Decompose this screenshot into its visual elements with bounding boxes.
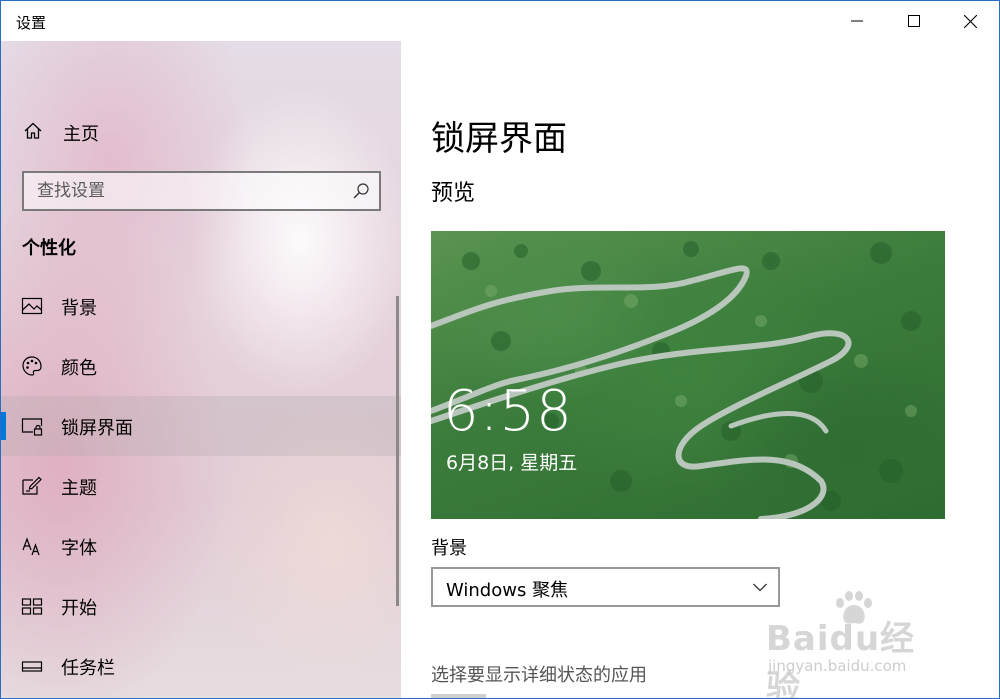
sidebar-item-label: 背景 — [61, 298, 97, 319]
search-icon[interactable] — [352, 182, 370, 200]
sidebar-item-label: 主题 — [61, 478, 97, 499]
sidebar-item-label: 主页 — [63, 124, 99, 145]
sidebar-scrollbar[interactable] — [396, 296, 399, 606]
palette-icon — [22, 356, 42, 376]
detail-status-app-button[interactable] — [431, 694, 486, 698]
font-icon — [22, 537, 40, 556]
sidebar: 主页 个性化 背景 颜色 — [1, 41, 401, 698]
sidebar-item-label: 任务栏 — [61, 658, 115, 679]
sidebar-item-fonts[interactable]: 字体 — [1, 516, 401, 576]
baidu-watermark: Baidu经验 jingyan.baidu.com — [766, 591, 946, 698]
lock-screen-preview: 6:58 6月8日, 星期五 — [431, 231, 945, 519]
sidebar-item-colors[interactable]: 颜色 — [1, 336, 401, 396]
search-box[interactable] — [22, 171, 381, 211]
search-input[interactable] — [24, 173, 344, 209]
start-grid-icon — [21, 598, 43, 615]
sidebar-item-label: 字体 — [61, 538, 97, 559]
home-icon — [24, 122, 42, 139]
minimize-icon — [850, 20, 863, 22]
picture-icon — [21, 297, 43, 315]
preview-title: 预览 — [431, 181, 476, 206]
sidebar-item-taskbar[interactable]: 任务栏 — [1, 636, 401, 696]
sidebar-item-background[interactable]: 背景 — [1, 276, 401, 336]
section-title: 个性化 — [22, 238, 76, 259]
watermark-brand: Baidu经验 — [766, 619, 916, 699]
preview-clock: 6:58 — [443, 379, 573, 444]
preview-date: 6月8日, 星期五 — [446, 452, 578, 474]
preview-road-image — [431, 241, 921, 519]
close-icon — [964, 14, 977, 28]
maximize-icon — [907, 15, 920, 27]
title-bar[interactable]: 设置 — [1, 1, 999, 41]
page-title: 锁屏界面 — [431, 119, 567, 159]
background-dropdown[interactable]: Windows 聚焦 — [431, 567, 780, 607]
sidebar-item-label: 开始 — [61, 598, 97, 619]
lock-screen-icon — [21, 418, 43, 436]
watermark-url: jingyan.baidu.com — [768, 657, 907, 675]
minimize-button[interactable] — [828, 1, 885, 41]
sidebar-item-label: 锁屏界面 — [61, 418, 133, 439]
sidebar-item-themes[interactable]: 主题 — [1, 456, 401, 516]
background-label: 背景 — [431, 538, 467, 559]
maximize-button[interactable] — [885, 1, 942, 41]
sidebar-item-home[interactable]: 主页 — [1, 111, 401, 151]
background-dropdown-value: Windows 聚焦 — [446, 580, 569, 601]
sidebar-item-start[interactable]: 开始 — [1, 576, 401, 636]
taskbar-icon — [21, 661, 43, 672]
settings-window: 设置 主页 个性化 — [0, 0, 1000, 699]
theme-brush-icon — [22, 476, 42, 495]
close-button[interactable] — [942, 1, 999, 41]
sidebar-item-lock-screen[interactable]: 锁屏界面 — [1, 396, 401, 456]
detail-status-label: 选择要显示详细状态的应用 — [431, 665, 647, 686]
sidebar-item-label: 颜色 — [61, 358, 97, 379]
window-title: 设置 — [16, 14, 47, 32]
